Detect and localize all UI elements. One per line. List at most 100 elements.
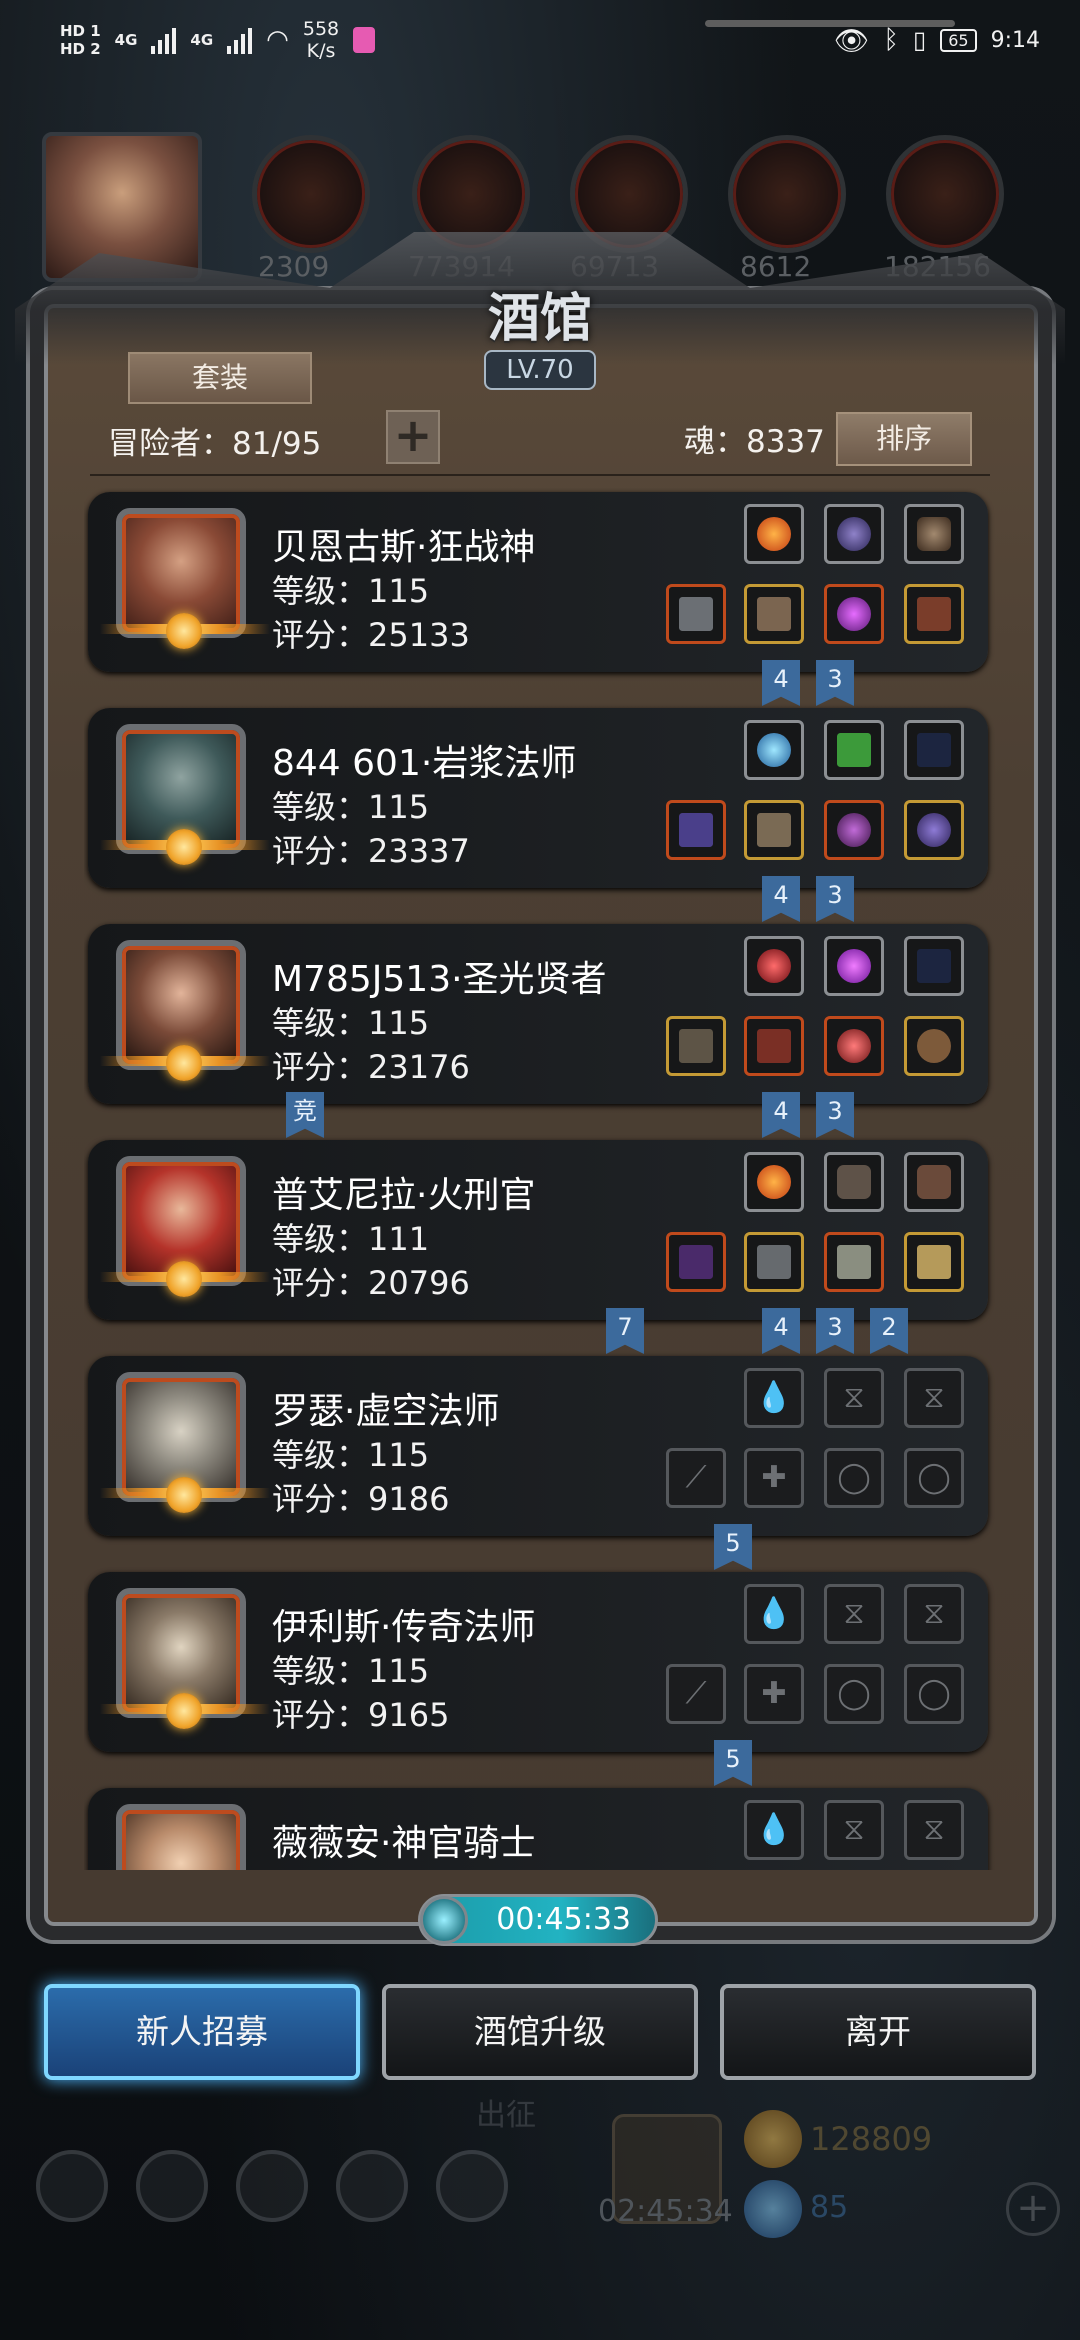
empty-rune-slot-icon[interactable]: 💧 — [744, 1368, 804, 1428]
status-bar: HD 1 HD 2 4G 4G ◠ 558 K/s 👁 ᛒ ▯ 65 9:14 — [0, 0, 1080, 80]
recruit-button[interactable]: 新人招募 — [44, 1984, 360, 2080]
shield-icon[interactable] — [136, 2150, 208, 2222]
empty-artifact-slot-icon[interactable]: ⧖ — [904, 1584, 964, 1644]
sort-button[interactable]: 排序 — [836, 412, 972, 466]
hero-name: 伊利斯·传奇法师 — [272, 1607, 536, 1648]
robe-icon[interactable] — [744, 800, 804, 860]
empty-rune-slot-icon[interactable]: 💧 — [744, 1584, 804, 1644]
empty-ring-slot-icon[interactable]: ◯ — [824, 1664, 884, 1724]
empty-armor-slot-icon[interactable]: ✚ — [744, 1664, 804, 1724]
fire-rune-icon[interactable] — [744, 504, 804, 564]
upgrade-tavern-button[interactable]: 酒馆升级 — [382, 1984, 698, 2080]
staff-icon[interactable] — [666, 1232, 726, 1292]
star-flag: 3 — [816, 1308, 854, 1354]
helmet-icon[interactable] — [824, 1232, 884, 1292]
leave-button[interactable]: 离开 — [720, 1984, 1036, 2080]
divider — [90, 474, 990, 476]
staff-icon[interactable] — [666, 800, 726, 860]
panel-title: 酒馆 — [487, 288, 592, 349]
armor-icon[interactable] — [744, 1232, 804, 1292]
robe-icon[interactable] — [744, 1016, 804, 1076]
empty-artifact-slot-icon[interactable]: ⧖ — [904, 1368, 964, 1428]
feather-icon[interactable] — [824, 1152, 884, 1212]
fire-rune-icon[interactable] — [744, 1152, 804, 1212]
feather-icon[interactable] — [904, 1152, 964, 1212]
mace-icon[interactable] — [666, 1016, 726, 1076]
resource-crystal-icon[interactable] — [728, 135, 846, 253]
hero-score: 评分：9165 — [272, 1696, 450, 1734]
hero-level: 等级：115 — [272, 1004, 430, 1042]
eye-icon: 👁 — [833, 23, 870, 57]
feather-icon[interactable] — [904, 504, 964, 564]
rank-medal-icon — [166, 1477, 202, 1513]
bag-icon[interactable] — [436, 2150, 508, 2222]
bottom-dock: 出征 02:45:34 128809 85 + — [0, 2090, 1080, 2340]
star-flag: 4 — [762, 660, 800, 706]
star-flag: 3 — [816, 876, 854, 922]
hero-level: 等级：115 — [272, 572, 430, 610]
outfit-button[interactable]: 套装 — [128, 352, 312, 404]
amulet-icon[interactable] — [824, 584, 884, 644]
arena-flag: 竞 — [286, 1092, 324, 1138]
rune-tablet-icon[interactable] — [824, 720, 884, 780]
hero-card[interactable]: 贝恩古斯·狂战神 等级：115 评分：25133 4 3 — [84, 488, 996, 706]
rank-medal-icon — [166, 1261, 202, 1297]
chest-timer: 02:45:34 — [598, 2194, 733, 2229]
ring-icon[interactable] — [904, 800, 964, 860]
add-gem-icon[interactable]: + — [1006, 2182, 1060, 2236]
bow-icon[interactable] — [904, 720, 964, 780]
mail-icon[interactable] — [336, 2150, 408, 2222]
hero-level: 等级：115 — [272, 788, 430, 826]
hero-card[interactable]: 薇薇安·神官骑士 💧 ⧖ ⧖ — [84, 1784, 996, 1870]
empty-rune-slot-icon[interactable]: 💧 — [744, 1800, 804, 1860]
star-flag: 3 — [816, 660, 854, 706]
empty-weapon-slot-icon[interactable]: ⟋ — [666, 1664, 726, 1724]
hero-card[interactable]: 844 601·岩浆法师 等级：115 评分：23337 4 3 — [84, 704, 996, 922]
ice-orb-icon[interactable] — [744, 720, 804, 780]
battery-icon: 65 — [940, 28, 977, 52]
amulet-icon[interactable] — [824, 800, 884, 860]
settings-icon[interactable] — [36, 2150, 108, 2222]
hero-name: 薇薇安·神官骑士 — [272, 1823, 536, 1864]
amulet-icon[interactable] — [824, 1016, 884, 1076]
empty-ring-slot-icon[interactable]: ◯ — [904, 1448, 964, 1508]
hero-card[interactable]: 普艾尼拉·火刑官 等级：111 评分：20796 7 4 3 2 — [84, 1136, 996, 1354]
castle-icon[interactable] — [236, 2150, 308, 2222]
resource-meat-icon[interactable] — [252, 135, 370, 253]
bracer-icon[interactable] — [904, 584, 964, 644]
empty-armor-slot-icon[interactable]: ✚ — [744, 1448, 804, 1508]
empty-weapon-slot-icon[interactable]: ⟋ — [666, 1448, 726, 1508]
hero-card[interactable]: M785J513·圣光贤者 等级：115 评分：23176 竞 4 3 — [84, 920, 996, 1138]
star-flag: 5 — [714, 1524, 752, 1570]
purple-crystal-icon[interactable] — [824, 936, 884, 996]
hero-list[interactable]: 贝恩古斯·狂战神 等级：115 评分：25133 4 3 844 601·岩浆法… — [84, 488, 996, 1870]
empty-artifact-slot-icon[interactable]: ⧖ — [824, 1800, 884, 1860]
empty-artifact-slot-icon[interactable]: ⧖ — [904, 1800, 964, 1860]
hero-name: M785J513·圣光贤者 — [272, 959, 607, 1000]
hero-card[interactable]: 伊利斯·传奇法师 等级：115 评分：9165 💧 ⧖ ⧖ ⟋ ✚ ◯ ◯ 5 — [84, 1568, 996, 1786]
sword-icon[interactable] — [904, 1232, 964, 1292]
armor-icon[interactable] — [744, 584, 804, 644]
star-flag: 4 — [762, 1092, 800, 1138]
hero-card[interactable]: 罗瑟·虚空法师 等级：115 评分：9186 💧 ⧖ ⧖ ⟋ ✚ ◯ ◯ 5 — [84, 1352, 996, 1570]
rank-medal-icon — [166, 1693, 202, 1729]
expedition-label: 出征 — [476, 2098, 536, 2133]
hero-level: 等级：115 — [272, 1436, 430, 1474]
star-flag: 2 — [870, 1308, 908, 1354]
rank-medal-icon — [166, 1045, 202, 1081]
empty-ring-slot-icon[interactable]: ◯ — [824, 1448, 884, 1508]
rank-medal-icon — [166, 829, 202, 865]
expand-capacity-button[interactable]: + — [386, 410, 440, 464]
hero-avatar[interactable] — [116, 1804, 246, 1870]
empty-ring-slot-icon[interactable]: ◯ — [904, 1664, 964, 1724]
clock-icon — [420, 1896, 468, 1944]
empty-artifact-slot-icon[interactable]: ⧖ — [824, 1584, 884, 1644]
dark-orb-icon[interactable] — [824, 504, 884, 564]
star-flag: 7 — [606, 1308, 644, 1354]
blood-chalice-icon[interactable] — [744, 936, 804, 996]
pouch-icon[interactable] — [904, 1016, 964, 1076]
axe-icon[interactable] — [666, 584, 726, 644]
bow-icon[interactable] — [904, 936, 964, 996]
resource-iron-icon[interactable] — [886, 135, 1004, 253]
empty-artifact-slot-icon[interactable]: ⧖ — [824, 1368, 884, 1428]
